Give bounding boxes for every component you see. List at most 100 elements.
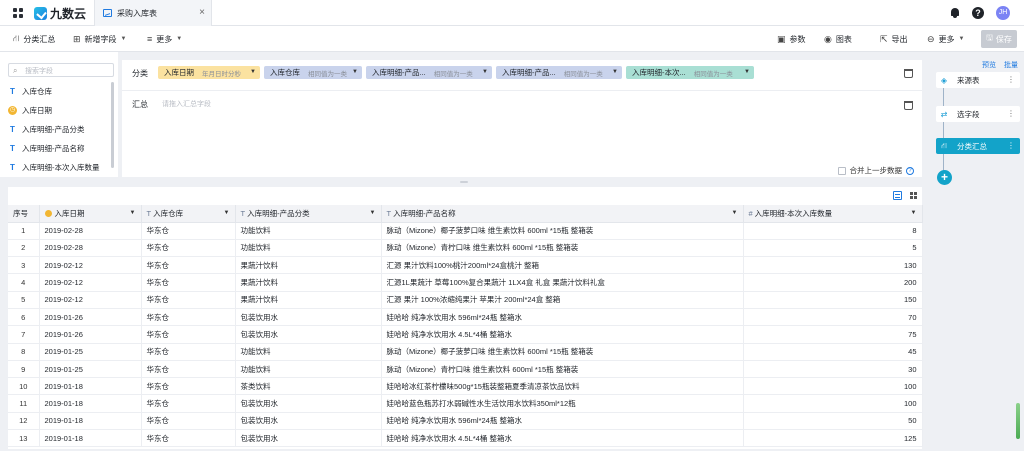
bell-icon[interactable] (950, 8, 960, 18)
table-row[interactable]: 11 2019-01-18 华东仓 包装饮用水 娃哈哈蓝色瓶苏打水弱碱性水生活饮用水饮料… (8, 394, 923, 413)
table-row[interactable]: 2 2019-02-28 华东仓 功能饮料 脉动（Mizone）青柠口味 维生素饮料 6… (8, 239, 923, 258)
table-row[interactable]: 5 2019-02-12 华东仓 果蔬汁饮料 汇源 果汁 100%浓缩纯果汁 苹果汁 2… (8, 291, 923, 309)
chevron-down-icon[interactable]: ▼ (482, 69, 488, 75)
table-row[interactable]: 7 2019-01-26 华东仓 包装饮用水 娃哈哈 纯净水饮用水 4.5L*4桶 整箱… (8, 325, 923, 344)
number-type-icon: # (748, 208, 753, 218)
cell-index: 9 (8, 360, 40, 379)
flow-node-select-fields[interactable]: ⇄ 选字段 ⋮ (936, 106, 1020, 122)
cell-category: 功能饮料 (235, 222, 382, 240)
cell-warehouse: 华东仓 (141, 394, 236, 413)
help-icon[interactable]: ? (972, 7, 984, 19)
close-icon[interactable]: × (199, 7, 205, 18)
flow-node-source[interactable]: ◈ 来源表 ⋮ (936, 72, 1020, 88)
col-header-category[interactable]: T 入库明细-产品分类 ▼ (235, 205, 382, 223)
export-button[interactable]: ⇱ 导出 (880, 26, 908, 52)
more-right-button[interactable]: ⊖ 更多 ▼ (927, 26, 965, 52)
cell-warehouse: 华东仓 (141, 273, 236, 292)
more-dots-icon[interactable]: ⋮ (1007, 109, 1015, 118)
merge-previous-option[interactable]: 合并上一步数据 ? (837, 165, 914, 176)
app-grid-icon[interactable] (13, 8, 23, 18)
chevron-down-icon[interactable]: ▼ (370, 210, 376, 216)
cell-index: 3 (8, 256, 40, 275)
add-field-button[interactable]: ⊞ 新增字段 ▼ (73, 26, 127, 52)
field-item-category[interactable]: T 入库明细-产品分类 (8, 122, 84, 136)
summary-dropzone[interactable]: 请拖入汇总字段 (162, 99, 211, 109)
trash-icon[interactable] (904, 69, 913, 78)
table-row[interactable]: 12 2019-01-18 华东仓 包装饮用水 娃哈哈 纯净水饮用水 596ml*24瓶… (8, 412, 923, 431)
params-button[interactable]: ▣ 参数 (777, 26, 806, 52)
cell-warehouse: 华东仓 (141, 256, 236, 275)
group-config-panel: 分类 入库日期 年月日时分秒 ▼ 入库仓库 相同值为一类 ▼ 入库明细-产品..… (122, 60, 922, 177)
top-bar: 九数云 采购入库表 × ? JH (0, 0, 1024, 26)
chip-quantity[interactable]: 入库明细-本次... 相同值为一类 ▼ (626, 66, 754, 79)
chip-category[interactable]: 入库明细-产品... 相同值为一类 ▼ (366, 66, 492, 79)
export-icon: ⇱ (880, 33, 888, 44)
chip-name: 入库仓库 (270, 68, 300, 77)
chevron-down-icon[interactable]: ▼ (250, 69, 256, 75)
cell-quantity: 8 (743, 222, 923, 240)
add-step-button[interactable]: + (937, 170, 952, 185)
cell-warehouse: 华东仓 (141, 429, 236, 448)
group-summary-button[interactable]: ⛙ 分类汇总 (13, 26, 55, 52)
chip-warehouse[interactable]: 入库仓库 相同值为一类 ▼ (264, 66, 362, 79)
cell-date: 2019-02-28 (39, 239, 142, 258)
cell-date: 2019-01-18 (39, 429, 142, 448)
save-button[interactable]: 🖫 保存 (981, 30, 1017, 48)
trash-icon[interactable] (904, 101, 913, 110)
preview-link[interactable]: 预览 (982, 60, 996, 70)
table-row[interactable]: 10 2019-01-18 华东仓 茶类饮料 娃哈哈冰红茶柠檬味500g*15瓶装整箱夏… (8, 377, 923, 396)
field-item-warehouse[interactable]: T 入库仓库 (8, 84, 52, 98)
table-row[interactable]: 9 2019-01-25 华东仓 功能饮料 脉动（Mizone）青柠口味 维生素饮料 6… (8, 360, 923, 379)
flow-node-group-summary[interactable]: ⛙ 分类汇总 ⋮ (936, 138, 1020, 154)
chevron-down-icon[interactable]: ▼ (612, 69, 618, 75)
chevron-down-icon[interactable]: ▼ (744, 69, 750, 75)
resize-handle[interactable] (460, 181, 468, 183)
chevron-down-icon[interactable]: ▼ (911, 210, 917, 216)
cell-product-name: 汇源1L果蔬汁 草莓100%复合果蔬汁 1LX4盒 礼盒 果蔬汁饮料礼盒 (381, 273, 744, 292)
tab-purchase-inbound[interactable]: 采购入库表 × (94, 0, 212, 26)
col-header-date[interactable]: 入库日期 ▼ (39, 205, 142, 223)
more-dots-icon[interactable]: ⋮ (1007, 75, 1015, 84)
merge-checkbox[interactable] (837, 166, 846, 175)
field-item-quantity[interactable]: T 入库明细-本次入库数量 (8, 160, 99, 174)
cell-warehouse: 华东仓 (141, 377, 236, 396)
table-view-icon[interactable] (893, 191, 902, 200)
chip-name: 入库明细-产品... (372, 68, 426, 77)
table-row[interactable]: 3 2019-02-12 华东仓 果蔬汁饮料 汇源 果汁饮料100%桃汁200ml*24… (8, 256, 923, 275)
col-header-quantity[interactable]: # 入库明细-本次入库数量 ▼ (743, 205, 923, 223)
add-field-icon: ⊞ (73, 33, 81, 44)
chevron-down-icon[interactable]: ▼ (352, 69, 358, 75)
logo-icon (34, 6, 47, 20)
chip-hint: 相同值为一类 (308, 70, 347, 78)
chevron-down-icon[interactable]: ▼ (224, 210, 230, 216)
chevron-down-icon[interactable]: ▼ (130, 210, 136, 216)
col-header-warehouse[interactable]: T 入库仓库 ▼ (141, 205, 236, 223)
table-row[interactable]: 8 2019-01-25 华东仓 功能饮料 脉动（Mizone）椰子菠萝口味 维生素饮料… (8, 343, 923, 361)
side-scrollbar[interactable] (1016, 403, 1020, 439)
question-icon[interactable]: ? (906, 166, 914, 175)
chevron-down-icon[interactable]: ▼ (732, 210, 738, 216)
field-item-product-name[interactable]: T 入库明细-产品名称 (8, 141, 84, 155)
field-label: 入库仓库 (22, 86, 52, 96)
table-row[interactable]: 1 2019-02-28 华东仓 功能饮料 脉动（Mizone）椰子菠萝口味 维生素饮料… (8, 222, 923, 240)
cell-date: 2019-02-12 (39, 256, 142, 275)
chip-product-name[interactable]: 入库明细-产品... 相同值为一类 ▼ (496, 66, 622, 79)
cell-date: 2019-01-25 (39, 360, 142, 379)
chip-date[interactable]: 入库日期 年月日时分秒 ▼ (158, 66, 260, 79)
table-row[interactable]: 13 2019-01-18 华东仓 包装饮用水 娃哈哈 纯净水饮用水 4.5L*4桶 整… (8, 429, 923, 448)
table-row[interactable]: 4 2019-02-12 华东仓 果蔬汁饮料 汇源1L果蔬汁 草莓100%复合果蔬汁 1… (8, 273, 923, 292)
batch-link[interactable]: 批量 (1004, 60, 1018, 70)
cell-category: 果蔬汁饮料 (235, 291, 382, 309)
grid-view-icon[interactable] (909, 191, 918, 200)
field-search-input[interactable]: ⌕ 搜索字段 (8, 63, 114, 77)
data-table: 序号 入库日期 ▼ T 入库仓库 ▼ T 入库明细-产品分类 ▼ T 入库明细-产品名称 ▼ … (8, 205, 923, 448)
avatar[interactable]: JH (996, 6, 1010, 20)
col-header-product-name[interactable]: T 入库明细-产品名称 ▼ (381, 205, 744, 223)
more-left-button[interactable]: ≡ 更多 ▼ (147, 26, 182, 52)
cell-product-name: 娃哈哈 纯净水饮用水 596ml*24瓶 整箱水 (381, 308, 744, 327)
table-row[interactable]: 6 2019-01-26 华东仓 包装饮用水 娃哈哈 纯净水饮用水 596ml*24瓶 … (8, 308, 923, 327)
field-item-date[interactable]: ◷ 入库日期 (8, 103, 52, 117)
chart-button[interactable]: ◉ 图表 (824, 26, 852, 52)
sidebar-scrollbar[interactable] (111, 82, 114, 168)
more-dots-icon[interactable]: ⋮ (1007, 141, 1015, 150)
